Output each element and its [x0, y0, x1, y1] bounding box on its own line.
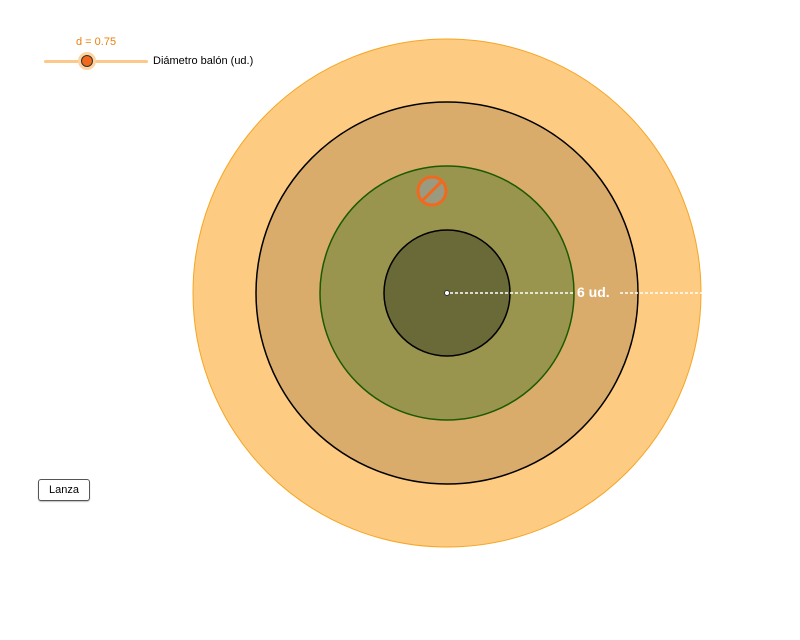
target-canvas: 6 ud. — [192, 38, 702, 548]
ball-icon[interactable] — [416, 175, 448, 207]
center-point — [444, 290, 450, 296]
distance-label: 6 ud. — [577, 284, 610, 300]
launch-button[interactable]: Lanza — [38, 479, 90, 501]
